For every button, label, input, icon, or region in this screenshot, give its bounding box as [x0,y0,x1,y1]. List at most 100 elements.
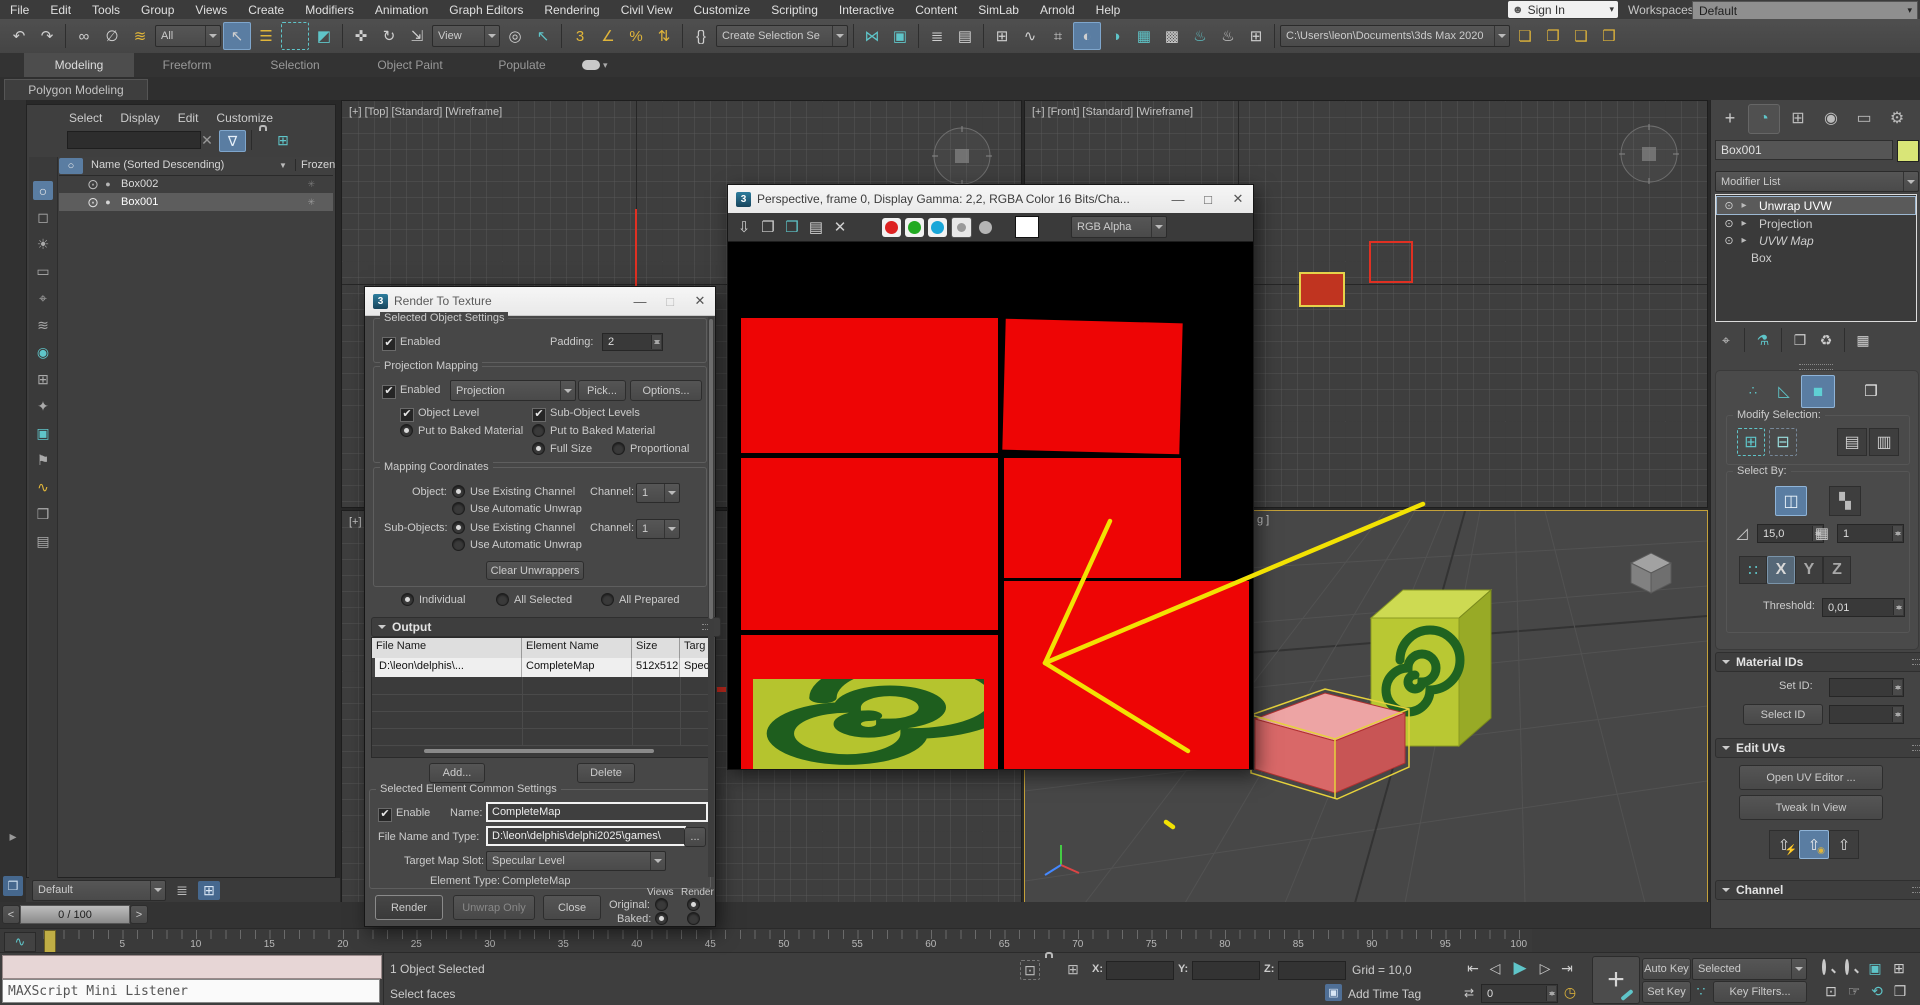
time-configuration-icon[interactable]: ◷ [1561,984,1579,1001]
zoom-extents-all-icon[interactable]: ⊞ [1888,958,1910,978]
explorer-tool-icon-2[interactable]: ◻ [33,208,53,227]
zoom-icon[interactable] [1822,959,1826,975]
select-and-move-icon[interactable]: ✜ [348,23,374,49]
expand-icon[interactable]: ▸ [1737,218,1751,229]
menu-animation[interactable]: Animation [375,3,428,17]
auto-key-button[interactable]: Auto Key [1642,958,1691,980]
zoom-region-icon[interactable]: ⊡ [1820,981,1842,1001]
blue-channel-button[interactable] [928,217,947,237]
reference-coordinate-dropdown[interactable]: View [432,25,500,47]
menu-views[interactable]: Views [195,3,227,17]
viewport-top-label[interactable]: [+] [Top] [Standard] [Wireframe] [349,106,502,118]
edit-uvs-rollout[interactable]: Edit UVs [1715,738,1920,758]
explorer-menu-select[interactable]: Select [69,111,102,125]
scene-script-icon-3[interactable]: ❑ [1568,23,1594,49]
column-header-target[interactable]: Targ [680,638,710,658]
rendered-image[interactable] [728,242,1253,769]
monochrome-button[interactable] [976,218,995,237]
spinner-arrows-icon[interactable] [1892,680,1902,695]
explorer-tool-icon-1[interactable]: ○ [33,181,53,200]
menu-help[interactable]: Help [1096,3,1121,17]
box001-wireframe[interactable] [1369,241,1413,283]
visibility-eye-icon[interactable]: ⊙ [85,194,101,211]
viewport-left-label[interactable]: [+] [349,516,362,528]
visibility-eye-icon[interactable]: ⊙ [85,176,101,193]
ribbon-tab-object-paint[interactable]: Object Paint [350,53,470,77]
explorer-tool-icon-10[interactable]: ▣ [33,424,53,443]
ribbon-panel-polygon-modeling[interactable]: Polygon Modeling [4,79,148,101]
table-hscrollbar[interactable] [374,747,708,755]
render-iterative-icon[interactable]: ♨ [1215,23,1241,49]
align-dots-icon[interactable]: ∷ [1739,556,1767,584]
frame-counter[interactable]: 0 / 100 [20,905,130,924]
align-z-button[interactable]: Z [1823,556,1851,584]
explorer-search-input[interactable] [67,131,201,149]
spinner-arrows-icon[interactable] [1893,600,1903,615]
explorer-tool-icon-12[interactable]: ∿ [33,478,53,497]
select-and-scale-icon[interactable]: ⇲ [404,23,430,49]
modifier-eye-icon[interactable]: ⊙ [1721,199,1737,212]
key-filter-toggle-icon[interactable]: ∵ [1692,981,1710,1001]
shrink-selection-icon[interactable]: ⊟ [1769,428,1797,456]
threshold-spinner[interactable]: 0,01 [1822,598,1905,617]
close-icon[interactable]: ✕ [1223,189,1253,209]
output-row-element-name[interactable]: CompleteMap [522,658,632,677]
put-to-baked-radio-2[interactable] [532,424,545,438]
select-by-cube-icon[interactable]: ◫ [1775,486,1807,516]
select-and-link-icon[interactable]: ∞ [71,23,97,49]
expand-icon[interactable]: ▸ [1737,235,1751,246]
channel-dropdown-2[interactable]: 1 [636,519,680,539]
display-tab-icon[interactable]: ▭ [1849,104,1879,132]
object-name-field[interactable]: Box001 [1715,140,1893,160]
scrollbar-thumb[interactable] [709,319,713,619]
background-color-swatch[interactable] [1015,216,1039,238]
align-icon[interactable]: ▣ [887,23,913,49]
explorer-tool-icon-4[interactable]: ▭ [33,262,53,281]
render-production-icon[interactable]: ♨ [1187,23,1213,49]
edge-mode-icon[interactable]: ◺ [1769,377,1799,405]
menu-create[interactable]: Create [248,3,284,17]
menu-interactive[interactable]: Interactive [839,3,894,17]
frozen-toggle-icon[interactable]: ✳ [307,179,315,190]
close-icon[interactable]: ✕ [685,291,715,311]
object-use-auto-radio[interactable] [452,502,465,516]
zoom-all-icon[interactable] [1845,959,1849,975]
display-column-header-icon[interactable]: ○ [59,158,83,174]
workspace-dropdown[interactable]: Default ▾ [1692,1,1918,20]
explorer-tool-icon-8[interactable]: ⊞ [33,370,53,389]
target-map-slot-dropdown[interactable]: Specular Level [486,851,666,871]
spinner-snap-icon[interactable]: ⇅ [651,23,677,49]
pin-stack-icon[interactable]: ⌖ [1715,329,1737,351]
angle-snap-icon[interactable]: ∠ [595,23,621,49]
align-x-button[interactable]: X [1767,556,1795,584]
grow-selection-icon[interactable]: ⊞ [1737,428,1765,456]
time-tag-cube-icon[interactable]: ▣ [1325,984,1342,1001]
spinner-arrows-icon[interactable] [1546,986,1556,1001]
explorer-tool-icon-13[interactable]: ❒ [33,505,53,524]
modifier-eye-icon[interactable]: ⊙ [1721,234,1737,247]
original-render-radio[interactable] [687,898,700,912]
previous-key-icon[interactable]: ◁ [1485,958,1505,978]
channel-dropdown-1[interactable]: 1 [636,483,680,503]
loop-selection-icon[interactable]: ▤ [1837,428,1867,456]
select-and-rotate-icon[interactable]: ↻ [376,23,402,49]
column-header-size[interactable]: Size [632,638,680,658]
proportional-radio[interactable] [612,442,625,456]
enabled-checkbox[interactable] [382,335,396,351]
full-size-radio[interactable] [532,442,545,456]
explorer-row-box001-selected[interactable]: ⊙ ● Box001 ✳ [59,193,333,211]
select-by-name-icon[interactable]: ☰ [253,23,279,49]
viewcube[interactable] [1621,541,1681,601]
smoothing-group-spinner[interactable]: 1 [1837,524,1904,543]
channel-rollout[interactable]: Channel [1715,880,1920,900]
output-row-size[interactable]: 512x512 [632,658,680,677]
toggle-layer-explorer-icon[interactable]: ▤ [952,23,978,49]
explorer-tool-icon-11[interactable]: ⚑ [33,451,53,470]
ribbon-tab-modeling[interactable]: Modeling [24,53,134,77]
undo-icon[interactable]: ↶ [6,23,32,49]
sort-descending-icon[interactable]: ▼ [279,161,287,170]
close-button[interactable]: Close [543,895,601,920]
menu-group[interactable]: Group [141,3,174,17]
explorer-menu-edit[interactable]: Edit [178,111,199,125]
save-to-ram-icon[interactable]: ❒ [782,217,802,237]
